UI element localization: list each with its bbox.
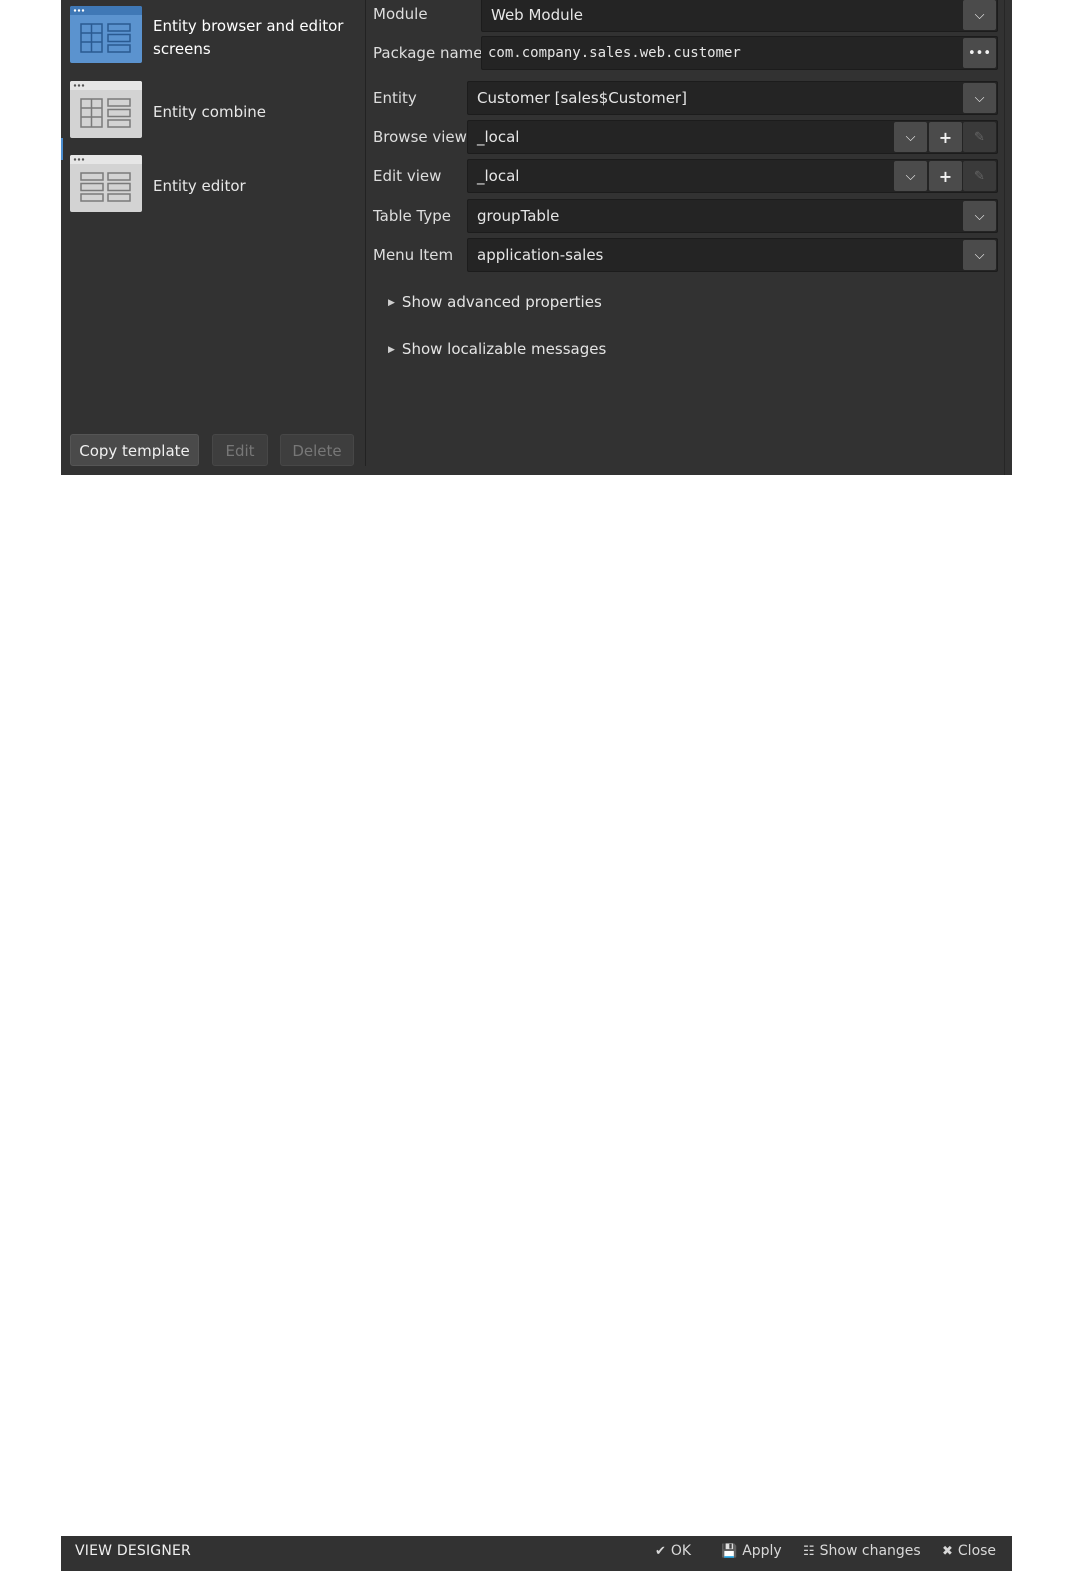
table-type-label: Table Type <box>373 207 452 225</box>
diff-icon: ☷ <box>803 1544 815 1559</box>
entity-label: Entity <box>373 89 417 107</box>
package-name-value: com.company.sales.web.customer <box>488 45 741 61</box>
edit-view-value: _local <box>477 167 520 185</box>
show-advanced-properties-toggle[interactable]: ▶ Show advanced properties <box>388 292 602 313</box>
copy-template-button[interactable]: Copy template <box>70 434 199 466</box>
module-select[interactable]: Web Module ⌵ <box>481 0 998 32</box>
chevron-down-icon[interactable]: ⌵ <box>894 161 927 191</box>
browse-view-select[interactable]: _local ⌵ + ✎ <box>467 120 998 154</box>
show-changes-label: Show changes <box>819 1543 921 1559</box>
show-localizable-messages-toggle[interactable]: ▶ Show localizable messages <box>388 339 606 360</box>
edit-view-select[interactable]: _local ⌵ + ✎ <box>467 159 998 193</box>
template-list-panel: Entity browser and editor screens Entity… <box>61 0 366 466</box>
template-label: Entity browser and editor screens <box>153 17 344 58</box>
apply-label: Apply <box>742 1543 782 1559</box>
package-name-field[interactable]: com.company.sales.web.customer ••• <box>481 36 998 70</box>
template-item-entity-editor[interactable]: Entity editor <box>61 152 365 222</box>
plus-icon[interactable]: + <box>929 161 962 191</box>
menu-item-value: application-sales <box>477 246 604 264</box>
chevron-down-icon[interactable]: ⌵ <box>894 122 927 152</box>
browse-view-label: Browse view <box>373 128 467 146</box>
template-item-entity-combine[interactable]: Entity combine <box>61 78 365 148</box>
entity-editor-icon <box>70 155 142 212</box>
ellipsis-icon[interactable]: ••• <box>963 38 996 68</box>
ok-label: OK <box>670 1543 692 1559</box>
show-localizable-messages-label: Show localizable messages <box>401 340 607 358</box>
chevron-down-icon[interactable]: ⌵ <box>963 201 996 231</box>
entity-combine-icon <box>70 81 142 138</box>
pencil-icon[interactable]: ✎ <box>963 161 996 191</box>
template-item-entity-browser[interactable]: Entity browser and editor screens <box>61 0 365 70</box>
close-icon: ✖ <box>942 1544 953 1559</box>
view-designer-bar: VIEW DESIGNER ✔ OK 💾 Apply ☷ Show changes ✖… <box>61 1536 1012 1571</box>
caret-right-icon: ▶ <box>388 345 395 355</box>
template-settings-form: Module Web Module ⌵ Package name com.com… <box>366 0 1012 475</box>
plus-icon[interactable]: + <box>929 122 962 152</box>
ok-button[interactable]: ✔ OK <box>655 1536 691 1567</box>
check-icon: ✔ <box>655 1544 666 1559</box>
table-type-select[interactable]: groupTable ⌵ <box>467 199 998 233</box>
table-type-value: groupTable <box>477 207 560 225</box>
pencil-icon[interactable]: ✎ <box>963 122 996 152</box>
chevron-down-icon[interactable]: ⌵ <box>963 0 996 30</box>
module-label: Module <box>373 5 428 23</box>
entity-browser-icon <box>70 6 142 63</box>
close-button[interactable]: ✖ Close <box>942 1536 996 1567</box>
panel-divider <box>1004 0 1005 475</box>
template-label: Entity combine <box>153 103 267 121</box>
view-designer-title: VIEW DESIGNER <box>75 1543 191 1559</box>
menu-item-label: Menu Item <box>373 246 454 264</box>
edit-button[interactable]: Edit <box>212 434 268 466</box>
browse-view-value: _local <box>477 128 520 146</box>
delete-button[interactable]: Delete <box>280 434 354 466</box>
chevron-down-icon[interactable]: ⌵ <box>963 240 996 270</box>
edit-view-label: Edit view <box>373 167 442 185</box>
show-advanced-properties-label: Show advanced properties <box>401 293 602 311</box>
template-dialog: Entity browser and editor screens Entity… <box>61 0 1012 475</box>
entity-select[interactable]: Customer [sales$Customer] ⌵ <box>467 81 998 115</box>
close-label: Close <box>957 1543 997 1559</box>
template-label: Entity editor <box>153 177 246 195</box>
apply-button[interactable]: 💾 Apply <box>721 1536 782 1567</box>
entity-value: Customer [sales$Customer] <box>477 89 687 107</box>
caret-right-icon: ▶ <box>388 298 395 308</box>
chevron-down-icon[interactable]: ⌵ <box>963 83 996 113</box>
save-icon: 💾 <box>721 1544 738 1559</box>
menu-item-select[interactable]: application-sales ⌵ <box>467 238 998 272</box>
module-value: Web Module <box>491 6 584 24</box>
show-changes-button[interactable]: ☷ Show changes <box>803 1536 921 1567</box>
package-name-label: Package name <box>373 44 483 62</box>
